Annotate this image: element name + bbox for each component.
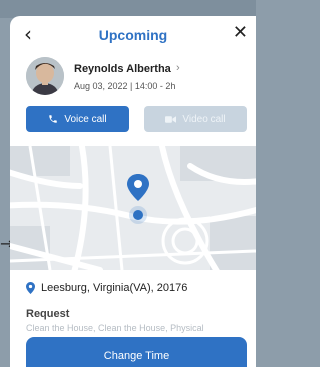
sheet-header: ‹ Upcoming ✕: [10, 16, 256, 54]
close-icon[interactable]: ✕: [233, 22, 248, 43]
location-pin-icon: [26, 282, 35, 294]
request-label: Request: [26, 308, 70, 320]
location-address: Leesburg, Virginia(VA), 20176: [41, 282, 188, 294]
video-camera-icon: [165, 115, 177, 123]
phone-icon: [49, 115, 58, 123]
sheet-title: Upcoming: [98, 27, 168, 43]
request-text: Clean the House, Clean the House, Physic…: [26, 323, 204, 333]
chevron-right-icon: ›: [176, 62, 180, 74]
location-row: Leesburg, Virginia(VA), 20176: [26, 280, 187, 296]
location-map[interactable]: [10, 146, 256, 270]
profile-row[interactable]: Reynolds Albertha › Aug 03, 2022 | 14:00…: [26, 57, 246, 97]
profile-name: Reynolds Albertha: [74, 63, 171, 75]
upcoming-sheet: ‹ Upcoming ✕ Reynolds Albertha › Aug 03,…: [10, 16, 256, 367]
appointment-datetime: Aug 03, 2022 | 14:00 - 2h: [74, 81, 176, 91]
video-call-button[interactable]: Video call: [144, 106, 247, 132]
avatar: [26, 57, 64, 95]
change-time-button[interactable]: Change Time: [26, 337, 247, 367]
video-call-label: Video call: [182, 113, 226, 125]
voice-call-label: Voice call: [64, 113, 107, 125]
voice-call-button[interactable]: Voice call: [26, 106, 129, 132]
